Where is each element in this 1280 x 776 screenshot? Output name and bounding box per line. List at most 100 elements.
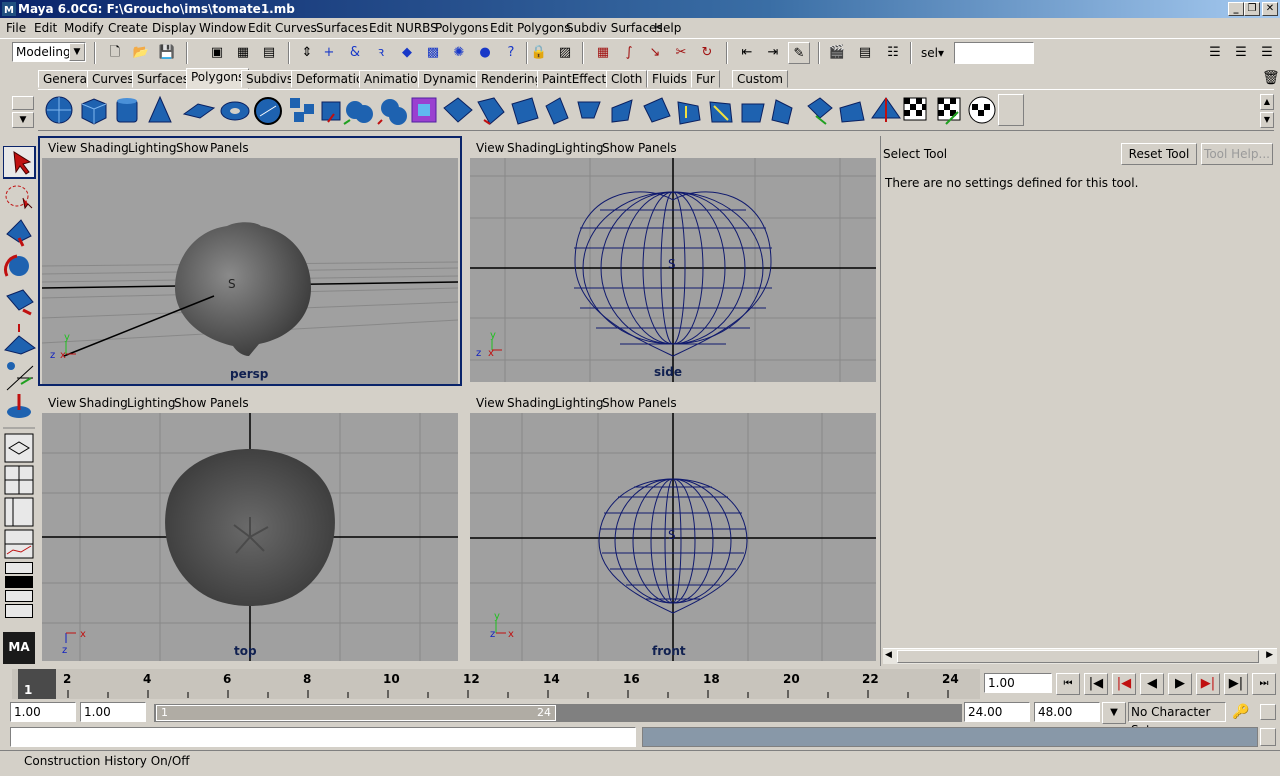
persp-outliner-layout-icon[interactable] [4, 497, 34, 527]
playback-end-field[interactable]: 24.00 [964, 702, 1030, 722]
tab-polygons[interactable]: Polygons [186, 68, 250, 89]
poly-sphere-icon[interactable] [45, 96, 73, 124]
split-polygon-icon[interactable] [709, 101, 733, 123]
ik-icon[interactable]: ✂ [670, 42, 692, 64]
new-scene-icon[interactable]: 🗋 [104, 42, 126, 64]
vp-menu-view[interactable]: View [48, 141, 76, 155]
scale-tool-icon[interactable] [6, 289, 34, 316]
in-connections-icon[interactable]: ⇤ [736, 42, 758, 64]
minimize-button[interactable]: _ [1228, 2, 1244, 16]
tab-cloth[interactable]: Cloth [606, 70, 648, 88]
shelf-menu-button[interactable]: ▼ [12, 96, 36, 130]
character-set-select[interactable]: No Character Set [1128, 702, 1226, 737]
rotate-tool-icon[interactable] [4, 254, 29, 277]
vp-menu-panels[interactable]: Panels [210, 141, 249, 155]
animation-start-field[interactable]: 1.00 [10, 702, 76, 722]
scroll-left-icon[interactable]: ◀ [885, 650, 892, 660]
snap-grid-icon[interactable]: + [318, 42, 340, 64]
menu-edit-nurbs[interactable]: Edit NURBS [369, 21, 438, 35]
scrollbar-thumb[interactable] [897, 650, 1259, 663]
extrude-vertex-icon[interactable] [611, 99, 633, 123]
extract-icon[interactable] [321, 101, 341, 123]
vp-menu-view[interactable]: View [476, 396, 504, 410]
viewport-front[interactable]: View Shading Lighting Show Panels S y z … [466, 393, 880, 665]
show-manipulator-icon[interactable] [7, 394, 31, 418]
menu-polygons[interactable]: Polygons [435, 21, 488, 35]
spherical-uv-icon[interactable] [968, 96, 996, 124]
tab-fur[interactable]: Fur [691, 70, 720, 88]
step-back-frame-icon[interactable]: |◀ [1084, 673, 1108, 695]
vp-menu-show[interactable]: Show [176, 141, 208, 155]
reset-tool-button[interactable]: Reset Tool [1121, 143, 1197, 165]
extrude-face-icon[interactable] [545, 97, 569, 125]
animation-prefs-icon[interactable] [1260, 704, 1276, 720]
vp-menu-view[interactable]: View [48, 396, 76, 410]
vp-menu-lighting[interactable]: Lighting [555, 141, 604, 155]
menu-file[interactable]: File [6, 21, 26, 35]
boolean-diff-icon[interactable] [377, 99, 407, 125]
smooth-icon[interactable] [411, 97, 437, 123]
trax-layout-icon[interactable] [5, 604, 33, 618]
ipr-render-icon[interactable]: ▤ [854, 42, 876, 64]
scroll-right-icon[interactable]: ▶ [1266, 650, 1273, 660]
snap-surface-icon[interactable]: ▩ [422, 42, 444, 64]
tab-curves[interactable]: Curves [87, 70, 139, 88]
planar-mapping-icon[interactable] [871, 97, 901, 122]
tool-settings-icon[interactable]: ☰ [1230, 42, 1252, 64]
tab-surfaces[interactable]: Surfaces [132, 70, 194, 88]
input-ops-icon[interactable]: ▦ [592, 42, 614, 64]
render-globals-icon[interactable]: ☷ [882, 42, 904, 64]
quadrangulate-icon[interactable] [511, 97, 539, 125]
front-canvas[interactable]: S y z x front [470, 413, 876, 661]
snap-plane-icon[interactable]: ◆ [396, 42, 418, 64]
move-tool-icon[interactable] [6, 219, 32, 247]
render-icon[interactable]: 🎬 [826, 42, 848, 64]
sphere-snap-icon[interactable]: ● [474, 42, 496, 64]
triangulate-icon[interactable] [477, 97, 505, 125]
script-editor-icon[interactable] [1260, 728, 1276, 746]
close-button[interactable]: ✕ [1262, 2, 1278, 16]
lock-icon[interactable]: 🔒 [528, 42, 550, 64]
select-hierarchy-icon[interactable]: ▣ [206, 42, 228, 64]
poly-cube-icon[interactable] [81, 98, 107, 125]
menu-help[interactable]: Help [654, 21, 681, 35]
vp-menu-show[interactable]: Show [602, 141, 634, 155]
hypershade-layout-icon[interactable] [5, 562, 33, 574]
cylindrical-uv-icon[interactable] [937, 97, 961, 125]
layout-shortcuts[interactable] [3, 560, 35, 620]
persp-canvas[interactable]: S y z x persp [42, 158, 458, 384]
chevron-down-icon[interactable]: ▼ [69, 43, 85, 61]
soft-mod-tool-icon[interactable] [6, 362, 34, 391]
step-back-key-icon[interactable]: |◀ [1112, 673, 1136, 695]
persp-graph-layout-icon[interactable] [4, 529, 34, 559]
vp-menu-panels[interactable]: Panels [638, 396, 677, 410]
current-time-field[interactable]: 1.00 [984, 673, 1052, 693]
menu-modify[interactable]: Modify [64, 21, 104, 35]
poly-cylinder-icon[interactable] [116, 98, 138, 123]
reduce-icon[interactable] [443, 97, 473, 123]
vp-menu-shading[interactable]: Shading [79, 396, 128, 410]
snap-curve-icon[interactable]: & [344, 42, 366, 64]
chevron-down-icon[interactable]: ▼ [1102, 702, 1126, 724]
chevron-down-icon[interactable]: ▼ [12, 112, 34, 128]
delete-edge-icon[interactable] [807, 97, 833, 125]
snap-live-icon[interactable]: ✺ [448, 42, 470, 64]
bridge-icon[interactable] [643, 97, 671, 123]
merge-vertices-icon[interactable] [771, 99, 793, 125]
checker-uv-icon[interactable] [903, 97, 927, 121]
tool-help-button[interactable]: Tool Help... [1201, 143, 1273, 165]
time-slider[interactable]: 1 2 4 6 8 10 12 14 16 18 20 22 24 1.00 ⏮… [0, 668, 1280, 700]
extrude-edge-icon[interactable] [577, 101, 601, 119]
side-canvas[interactable]: S y z x side [470, 158, 876, 382]
out-connections-icon[interactable]: ⇥ [762, 42, 784, 64]
uv-editor-button[interactable] [998, 94, 1024, 126]
shelf-editor-icon[interactable] [12, 96, 34, 110]
separate-icon[interactable] [290, 98, 314, 122]
play-forwards-icon[interactable]: ▶ [1168, 673, 1192, 695]
render-layout-icon[interactable] [5, 576, 33, 588]
vp-menu-view[interactable]: View [476, 141, 504, 155]
menu-window[interactable]: Window [199, 21, 246, 35]
tab-fluids[interactable]: Fluids [647, 70, 693, 88]
single-perspective-layout-icon[interactable] [4, 433, 34, 463]
save-scene-icon[interactable]: 💾 [156, 42, 178, 64]
